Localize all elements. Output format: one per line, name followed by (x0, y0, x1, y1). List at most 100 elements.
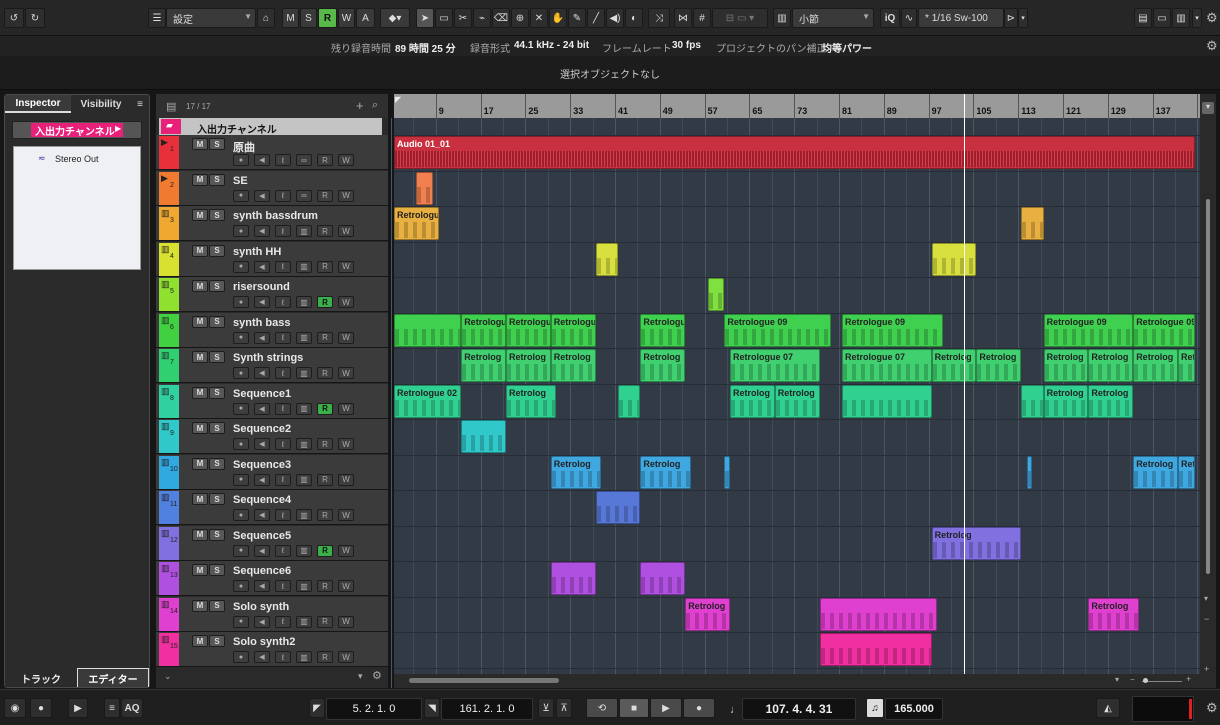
draw-tool[interactable]: ✎ (568, 8, 586, 28)
midi-part[interactable]: Retrolog (1043, 384, 1089, 418)
mute-button[interactable]: M (192, 457, 208, 470)
event-display[interactable]: 9172533414957657381899710511312112913714… (391, 94, 1215, 688)
track-name[interactable]: SE (233, 175, 248, 187)
zoom-tool[interactable]: ⊕ (511, 8, 529, 28)
midi-part[interactable]: Retrologue 09 (1133, 313, 1195, 347)
midi-part[interactable]: Retrolog (774, 384, 820, 418)
timebase-button[interactable]: ℓ (275, 544, 291, 557)
midi-part[interactable]: Retrolog (1088, 349, 1134, 382)
midi-part[interactable]: Retrolog (976, 349, 1022, 382)
read-automation-button[interactable]: R (317, 189, 333, 202)
track-row[interactable]: ▶ 2 M S SE ● ◀ ℓ ∞ R W (156, 170, 388, 206)
snap-button[interactable]: ⋈ (674, 8, 692, 28)
camera-button[interactable]: ⌂ (257, 8, 275, 28)
monitor-button[interactable]: ◀ (254, 331, 270, 344)
midi-part[interactable]: Retrologue 07 (842, 349, 932, 382)
track-name[interactable]: synth bassdrum (233, 210, 318, 222)
midi-part[interactable] (819, 633, 932, 666)
playhead-cursor[interactable] (964, 94, 965, 688)
timebase-button[interactable]: ℓ (275, 260, 291, 273)
zoom-in-icon[interactable]: + (1186, 674, 1191, 684)
read-automation-button[interactable]: R (317, 367, 333, 379)
mode-m-button[interactable]: M (282, 8, 299, 28)
write-automation-button[interactable]: W (338, 225, 354, 237)
erase-tool[interactable]: ⌫ (492, 8, 510, 28)
monitor-button[interactable]: ◀ (254, 296, 270, 308)
zone-menu[interactable]: ▾ (1192, 8, 1202, 28)
track-name[interactable]: Solo synth2 (233, 636, 295, 648)
midi-part[interactable] (707, 278, 725, 311)
mute-button[interactable]: M (192, 173, 208, 186)
monitor-button[interactable]: ◀ (254, 615, 270, 628)
record-enable-button[interactable]: ● (233, 473, 249, 486)
read-automation-button[interactable]: R (317, 651, 333, 663)
quantize-preset-select[interactable]: * 1/16 Sw-100 (918, 8, 1004, 28)
keyboard-button[interactable]: ▥ (296, 509, 312, 521)
solo-button[interactable]: S (209, 493, 225, 505)
mute-button[interactable]: M (192, 493, 208, 505)
midi-part[interactable] (1026, 455, 1033, 489)
record-enable-button[interactable]: ● (233, 509, 249, 521)
keyboard-button[interactable]: ▥ (296, 615, 312, 628)
record-enable-button[interactable]: ● (233, 331, 249, 344)
grid-snap-button[interactable]: # (693, 8, 711, 28)
midi-part[interactable]: Retrologue 09 (724, 313, 831, 347)
object-select-tool[interactable]: ➤ (416, 8, 434, 28)
mute-button[interactable]: M (192, 528, 208, 541)
solo-button[interactable]: S (209, 599, 225, 612)
keyboard-button[interactable]: ▥ (296, 225, 312, 237)
midi-part[interactable] (394, 313, 462, 347)
write-automation-button[interactable]: W (338, 331, 354, 344)
midi-part[interactable]: Retrolog (1043, 349, 1089, 382)
midi-part[interactable]: Retrolog (550, 455, 602, 489)
mode-a-button[interactable]: A (356, 8, 375, 28)
solo-button[interactable]: S (209, 386, 225, 399)
metronome-button[interactable]: ◭ (1096, 698, 1120, 718)
activate-project-button[interactable]: ◉ (4, 698, 26, 718)
iq-button[interactable]: iQ (880, 8, 900, 28)
channel-section-header[interactable]: 入出力チャンネル ▶ (12, 121, 142, 139)
write-automation-button[interactable]: W (338, 544, 354, 557)
range-tool[interactable]: ▭ (435, 8, 453, 28)
punch-in-button[interactable]: ⊻ (538, 698, 554, 718)
keyboard-button[interactable]: ▥ (296, 473, 312, 486)
zoom-in-icon[interactable]: + (1204, 664, 1209, 674)
record-enable-button[interactable]: ● (233, 615, 249, 628)
midi-part[interactable] (640, 562, 686, 595)
record-button[interactable]: ● (683, 698, 715, 718)
mute-button[interactable]: M (192, 386, 208, 399)
window-layout-button[interactable]: ☰ (148, 8, 166, 28)
mode-r-button[interactable]: R (318, 8, 337, 28)
mode-w-button[interactable]: W (338, 8, 355, 28)
read-automation-button[interactable]: R (317, 544, 333, 557)
tempo-display[interactable]: 165.000 (885, 698, 943, 720)
keyboard-button[interactable]: ▥ (296, 544, 312, 557)
split-tool[interactable]: ✂ (454, 8, 472, 28)
midi-part[interactable] (842, 384, 932, 418)
show-right-zone-button[interactable]: ▥ (1172, 8, 1190, 28)
write-automation-button[interactable]: W (338, 402, 354, 415)
grid-type-select[interactable]: 小節 ▼ (792, 8, 874, 28)
mute-button[interactable]: M (192, 209, 208, 221)
solo-button[interactable]: S (209, 138, 225, 150)
timebase-button[interactable]: ℓ (275, 651, 291, 663)
record-enable-button[interactable]: ● (233, 438, 249, 450)
read-automation-button[interactable]: R (317, 154, 333, 166)
show-lower-zone-button[interactable]: ▭ (1153, 8, 1171, 28)
timebase-button[interactable]: ℓ (275, 296, 291, 308)
track-name[interactable]: Sequence2 (233, 423, 291, 435)
record-enable-button[interactable]: ● (233, 367, 249, 379)
midi-part[interactable]: Retrologue (640, 313, 686, 347)
tab-editor[interactable]: エディター (77, 668, 149, 687)
write-automation-button[interactable]: W (338, 438, 354, 450)
snap-type-select[interactable]: ⊟ ▭ ▾ (712, 8, 768, 28)
track-name[interactable]: synth bass (233, 317, 290, 329)
show-left-zone-button[interactable]: ▤ (1134, 8, 1152, 28)
list-icon[interactable]: ▤ (166, 100, 176, 113)
read-automation-button[interactable]: R (317, 473, 333, 486)
record-enable-button[interactable]: ● (233, 580, 249, 592)
midi-part[interactable]: Retrologue (506, 313, 551, 347)
midi-part[interactable]: Retro (1178, 349, 1195, 382)
write-automation-button[interactable]: W (338, 580, 354, 592)
chevron-down-icon[interactable]: ▾ (1115, 675, 1119, 684)
